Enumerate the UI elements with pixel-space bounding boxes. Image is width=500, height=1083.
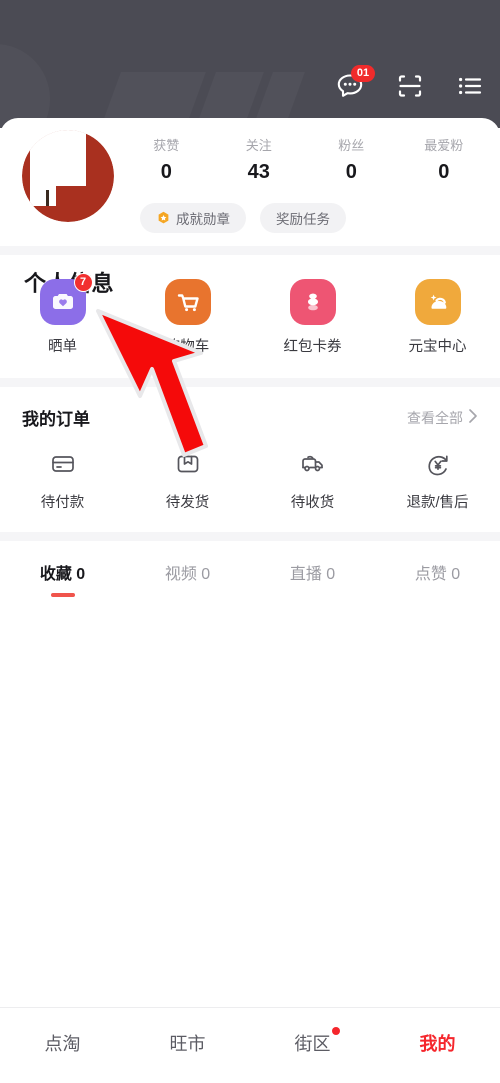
section-divider: [0, 532, 500, 541]
section-divider: [0, 378, 500, 387]
quick-entry-badge: 7: [73, 273, 93, 292]
quick-entry-cart[interactable]: 购物车: [125, 279, 250, 356]
orders-title: 我的订单: [22, 410, 90, 429]
profile-stats: 获赞 0 关注 43 粉丝 0 最爱粉 0: [120, 136, 490, 186]
order-status-label: 待发货: [165, 495, 210, 511]
order-status-label: 待付款: [40, 495, 85, 511]
quick-icon-wrap: [414, 279, 461, 325]
scan-icon[interactable]: [394, 70, 426, 102]
package-box-icon: [174, 450, 202, 478]
view-all-label: 查看全部: [407, 409, 463, 426]
content-tabs: 收藏 0 视频 0 直播 0 点赞 0: [0, 541, 500, 603]
stat-label: 最爱粉: [424, 138, 464, 153]
nav-item-diantao[interactable]: 点淘: [0, 1030, 125, 1056]
stat-value: 0: [345, 161, 357, 183]
tab-favorites[interactable]: 收藏 0: [0, 560, 125, 597]
nav-item-jiequ[interactable]: 街区: [250, 1027, 375, 1056]
chat-bubble-icon[interactable]: 01: [334, 65, 375, 102]
stat-label: 获赞: [153, 138, 180, 153]
orders-section: 我的订单 查看全部 待付款 待发货 待收货 退款/售后: [0, 387, 500, 532]
order-status-refund[interactable]: 退款/售后: [375, 450, 500, 512]
delivery-truck-icon: [299, 450, 327, 478]
message-count-badge: 01: [351, 65, 375, 82]
tab-live[interactable]: 直播 0: [250, 560, 375, 584]
stat-top-fans[interactable]: 最爱粉 0: [398, 136, 491, 186]
tab-label: 视频 0: [164, 566, 211, 583]
profile-screen: 01 获赞 0 关注 43 粉丝 0 最爱粉 0 成就勋章 奖励任务 7 晒单 …: [0, 0, 500, 1083]
medal-hexagon-icon: [156, 211, 171, 226]
order-status-unpaid[interactable]: 待付款: [0, 450, 125, 512]
tab-label: 收藏 0: [39, 566, 86, 583]
nav-item-mine[interactable]: 我的: [375, 1030, 500, 1056]
bottom-navigation: 点淘 旺市 街区 我的: [0, 1007, 500, 1083]
quick-entry-gold-center[interactable]: 元宝中心: [375, 279, 500, 356]
stat-followers[interactable]: 粉丝 0: [305, 136, 398, 186]
header-action-icons: 01: [334, 65, 486, 102]
quick-entry-label: 购物车: [165, 339, 210, 355]
stat-label: 粉丝: [338, 138, 365, 153]
order-status-label: 待收货: [290, 495, 335, 511]
order-status-shipping[interactable]: 待收货: [250, 450, 375, 512]
stat-value: 43: [247, 161, 270, 183]
stat-value: 0: [160, 161, 172, 183]
list-menu-icon[interactable]: [454, 70, 486, 102]
tab-content-empty-area: [0, 603, 500, 845]
notification-dot-icon: [331, 1027, 340, 1035]
order-status-label: 退款/售后: [406, 495, 469, 511]
stat-following[interactable]: 关注 43: [213, 136, 306, 186]
orders-header: 我的订单 查看全部: [0, 405, 500, 430]
orders-grid: 待付款 待发货 待收货 退款/售后: [0, 450, 500, 520]
chip-label: 奖励任务: [276, 212, 330, 227]
profile-section: 获赞 0 关注 43 粉丝 0 最爱粉 0 成就勋章 奖励任务: [0, 118, 500, 296]
stat-value: 0: [438, 161, 450, 183]
nav-label: 街区: [294, 1034, 331, 1054]
wallet-card-icon: [49, 450, 77, 478]
tab-videos[interactable]: 视频 0: [125, 560, 250, 584]
stat-label: 关注: [245, 138, 272, 153]
order-status-unshipped[interactable]: 待发货: [125, 450, 250, 512]
ingot-coupon-icon: [289, 279, 336, 325]
quick-entry-coupons[interactable]: 红包卡券: [250, 279, 375, 356]
refund-yen-icon: [424, 450, 452, 478]
tab-label: 点赞 0: [414, 566, 461, 583]
avatar-loading-mask: [56, 186, 94, 206]
nav-label: 旺市: [169, 1034, 206, 1054]
stat-likes[interactable]: 获赞 0: [120, 136, 213, 186]
achievement-medal-chip[interactable]: 成就勋章: [140, 203, 246, 233]
quick-entry-label: 元宝中心: [408, 339, 467, 355]
tab-likes[interactable]: 点赞 0: [375, 560, 500, 584]
user-avatar[interactable]: [22, 130, 114, 222]
chip-label: 成就勋章: [176, 212, 230, 227]
reward-tasks-chip[interactable]: 奖励任务: [260, 203, 346, 233]
header-decor-blob: [0, 44, 50, 128]
profile-sheet: 获赞 0 关注 43 粉丝 0 最爱粉 0 成就勋章 奖励任务 7 晒单 购物车…: [0, 118, 500, 1083]
section-divider: [0, 246, 500, 255]
quick-icon-wrap: [289, 279, 336, 325]
nav-label: 点淘: [44, 1034, 81, 1054]
quick-icon-wrap: [164, 279, 211, 325]
view-all-orders-button[interactable]: 查看全部: [407, 408, 478, 428]
profile-chips: 成就勋章 奖励任务: [140, 203, 346, 233]
shopping-cart-icon: [164, 279, 211, 325]
quick-entry-label: 晒单: [48, 339, 77, 355]
chevron-right-icon: [468, 408, 478, 427]
nav-label: 我的: [419, 1034, 456, 1054]
tab-active-underline: [50, 593, 75, 597]
app-header: 01: [0, 0, 500, 128]
tab-label: 直播 0: [289, 566, 336, 583]
quick-entry-label: 红包卡券: [283, 339, 342, 355]
nav-item-wangshi[interactable]: 旺市: [125, 1030, 250, 1056]
avatar-loading-mask: [46, 190, 49, 206]
gold-ingot-icon: [414, 279, 461, 325]
quick-icon-wrap: 7: [39, 273, 93, 325]
